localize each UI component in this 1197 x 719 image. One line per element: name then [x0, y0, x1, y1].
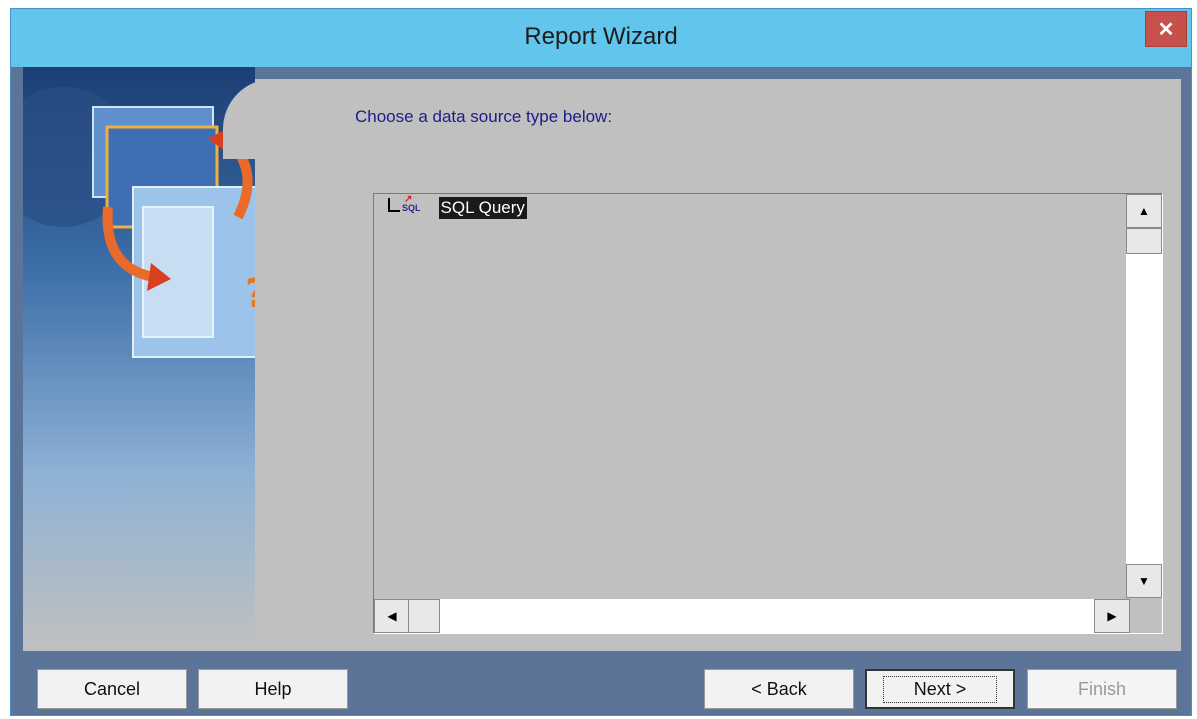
next-button-label: Next >	[882, 675, 998, 703]
scroll-up-button[interactable]: ▲	[1126, 194, 1162, 228]
button-bar: Cancel Help < Back Next > Finish	[11, 651, 1191, 715]
wizard-illustration: ?	[23, 67, 268, 651]
scroll-right-button[interactable]: ▶	[1094, 599, 1130, 633]
horizontal-scrollbar[interactable]: ◀ ▶	[374, 599, 1130, 633]
list-item[interactable]: ↗ SQL SQL Query	[388, 194, 527, 222]
arrow-down-icon: ▼	[1138, 574, 1150, 588]
data-source-list[interactable]: ↗ SQL SQL Query ▲ ▼ ◀ ▶	[373, 193, 1163, 634]
next-button[interactable]: Next >	[865, 669, 1015, 709]
horizontal-scroll-thumb[interactable]	[408, 599, 440, 633]
scroll-down-button[interactable]: ▼	[1126, 564, 1162, 598]
finish-button: Finish	[1027, 669, 1177, 709]
vertical-scrollbar[interactable]: ▲ ▼	[1126, 194, 1162, 598]
tree-connector	[388, 198, 400, 212]
cancel-button[interactable]: Cancel	[37, 669, 187, 709]
back-button[interactable]: < Back	[704, 669, 854, 709]
close-button[interactable]: ✕	[1145, 11, 1187, 47]
arrow-right-icon: ▶	[1107, 609, 1117, 623]
scroll-left-button[interactable]: ◀	[374, 599, 410, 633]
vertical-scroll-thumb[interactable]	[1126, 228, 1162, 254]
item-label: SQL Query	[438, 197, 527, 219]
sql-query-icon: ↗ SQL	[402, 194, 421, 213]
report-wizard-art-icon: ?	[23, 87, 268, 358]
window-title: Report Wizard	[524, 23, 678, 50]
help-button[interactable]: Help	[198, 669, 348, 709]
arrow-left-icon: ◀	[387, 609, 397, 623]
close-icon: ✕	[1157, 18, 1175, 41]
svg-text:?: ?	[245, 271, 255, 317]
title-bar[interactable]: Report Wizard ✕	[11, 9, 1191, 67]
prompt-label: Choose a data source type below:	[355, 107, 613, 126]
arrow-up-icon: ▲	[1138, 204, 1150, 218]
wizard-content: ? Choose a data source type below: ↗SQL …	[23, 67, 1181, 651]
report-wizard-window: Report Wizard ✕ ? Choose a data source t…	[10, 8, 1192, 716]
